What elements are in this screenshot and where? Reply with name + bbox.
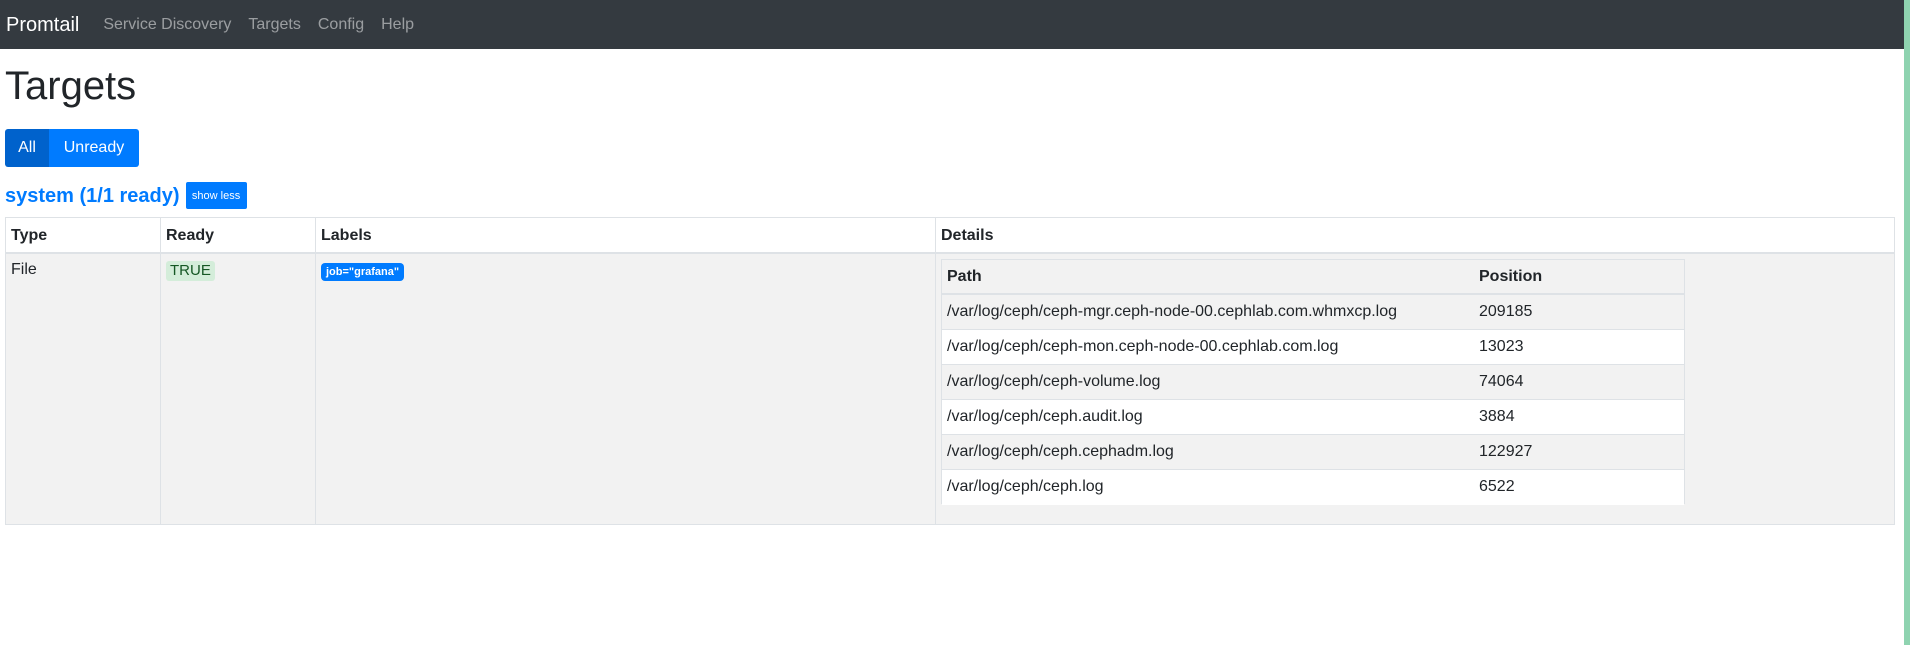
cell-labels: job="grafana" — [316, 254, 936, 524]
details-row: /var/log/ceph/ceph.audit.log 3884 — [942, 400, 1684, 435]
top-navbar: Promtail Service Discovery Targets Confi… — [0, 0, 1904, 49]
file-position: 13023 — [1479, 338, 1524, 355]
details-header-path: Path — [947, 268, 982, 285]
details-row: /var/log/ceph/ceph-mon.ceph-node-00.ceph… — [942, 330, 1684, 365]
header-details: Details — [936, 218, 1894, 252]
job-title-link[interactable]: system (1/1 ready) — [5, 184, 180, 208]
filter-button-group: All Unready — [5, 129, 139, 167]
header-type-label: Type — [11, 227, 48, 244]
file-position: 74064 — [1479, 373, 1524, 390]
file-position: 3884 — [1479, 408, 1515, 425]
file-position: 209185 — [1479, 303, 1533, 320]
details-row: /var/log/ceph/ceph.cephadm.log 122927 — [942, 435, 1684, 470]
file-position: 6522 — [1479, 478, 1515, 495]
header-type: Type — [6, 218, 161, 252]
cell-details: Path Position /var/log/ceph/ceph-mgr.cep… — [936, 254, 1894, 524]
details-header-position: Position — [1479, 268, 1543, 285]
details-row: /var/log/ceph/ceph.log 6522 — [942, 470, 1684, 505]
header-ready: Ready — [161, 218, 316, 252]
file-path: /var/log/ceph/ceph-mon.ceph-node-00.ceph… — [947, 338, 1339, 355]
details-row: /var/log/ceph/ceph-volume.log 74064 — [942, 365, 1684, 400]
details-table: Path Position /var/log/ceph/ceph-mgr.cep… — [941, 259, 1685, 505]
window-edge-stripe — [1904, 0, 1910, 645]
file-position: 122927 — [1479, 443, 1533, 460]
details-table-header: Path Position — [942, 260, 1684, 295]
header-details-label: Details — [941, 227, 994, 244]
nav-link-config[interactable]: Config — [318, 16, 364, 33]
header-labels: Labels — [316, 218, 936, 252]
filter-unready-button[interactable]: Unready — [49, 129, 139, 167]
file-path: /var/log/ceph/ceph.log — [947, 478, 1104, 495]
nav-link-help[interactable]: Help — [381, 16, 414, 33]
details-row: /var/log/ceph/ceph-mgr.ceph-node-00.ceph… — [942, 295, 1684, 330]
filter-all-button[interactable]: All — [5, 129, 49, 167]
targets-table: Type Ready Labels Details File TRUE job=… — [5, 217, 1895, 525]
targets-table-header: Type Ready Labels Details — [6, 218, 1894, 254]
cell-ready: TRUE — [161, 254, 316, 524]
cell-type: File — [6, 254, 161, 524]
file-path: /var/log/ceph/ceph-volume.log — [947, 373, 1161, 390]
file-path: /var/log/ceph/ceph.audit.log — [947, 408, 1143, 425]
show-less-button[interactable]: show less — [185, 182, 247, 209]
file-path: /var/log/ceph/ceph.cephadm.log — [947, 443, 1174, 460]
nav-link-targets[interactable]: Targets — [248, 16, 300, 33]
header-labels-label: Labels — [321, 227, 372, 244]
brand-link[interactable]: Promtail — [6, 15, 79, 35]
page-title: Targets — [5, 64, 137, 108]
nav-link-service-discovery[interactable]: Service Discovery — [103, 16, 231, 33]
table-row: File TRUE job="grafana" Path Position /v… — [6, 254, 1894, 524]
file-path: /var/log/ceph/ceph-mgr.ceph-node-00.ceph… — [947, 303, 1398, 320]
header-ready-label: Ready — [166, 227, 215, 244]
job-header: system (1/1 ready) show less — [5, 182, 247, 209]
target-type: File — [11, 261, 37, 278]
label-badge: job="grafana" — [321, 263, 405, 281]
ready-status-badge: TRUE — [166, 261, 215, 281]
